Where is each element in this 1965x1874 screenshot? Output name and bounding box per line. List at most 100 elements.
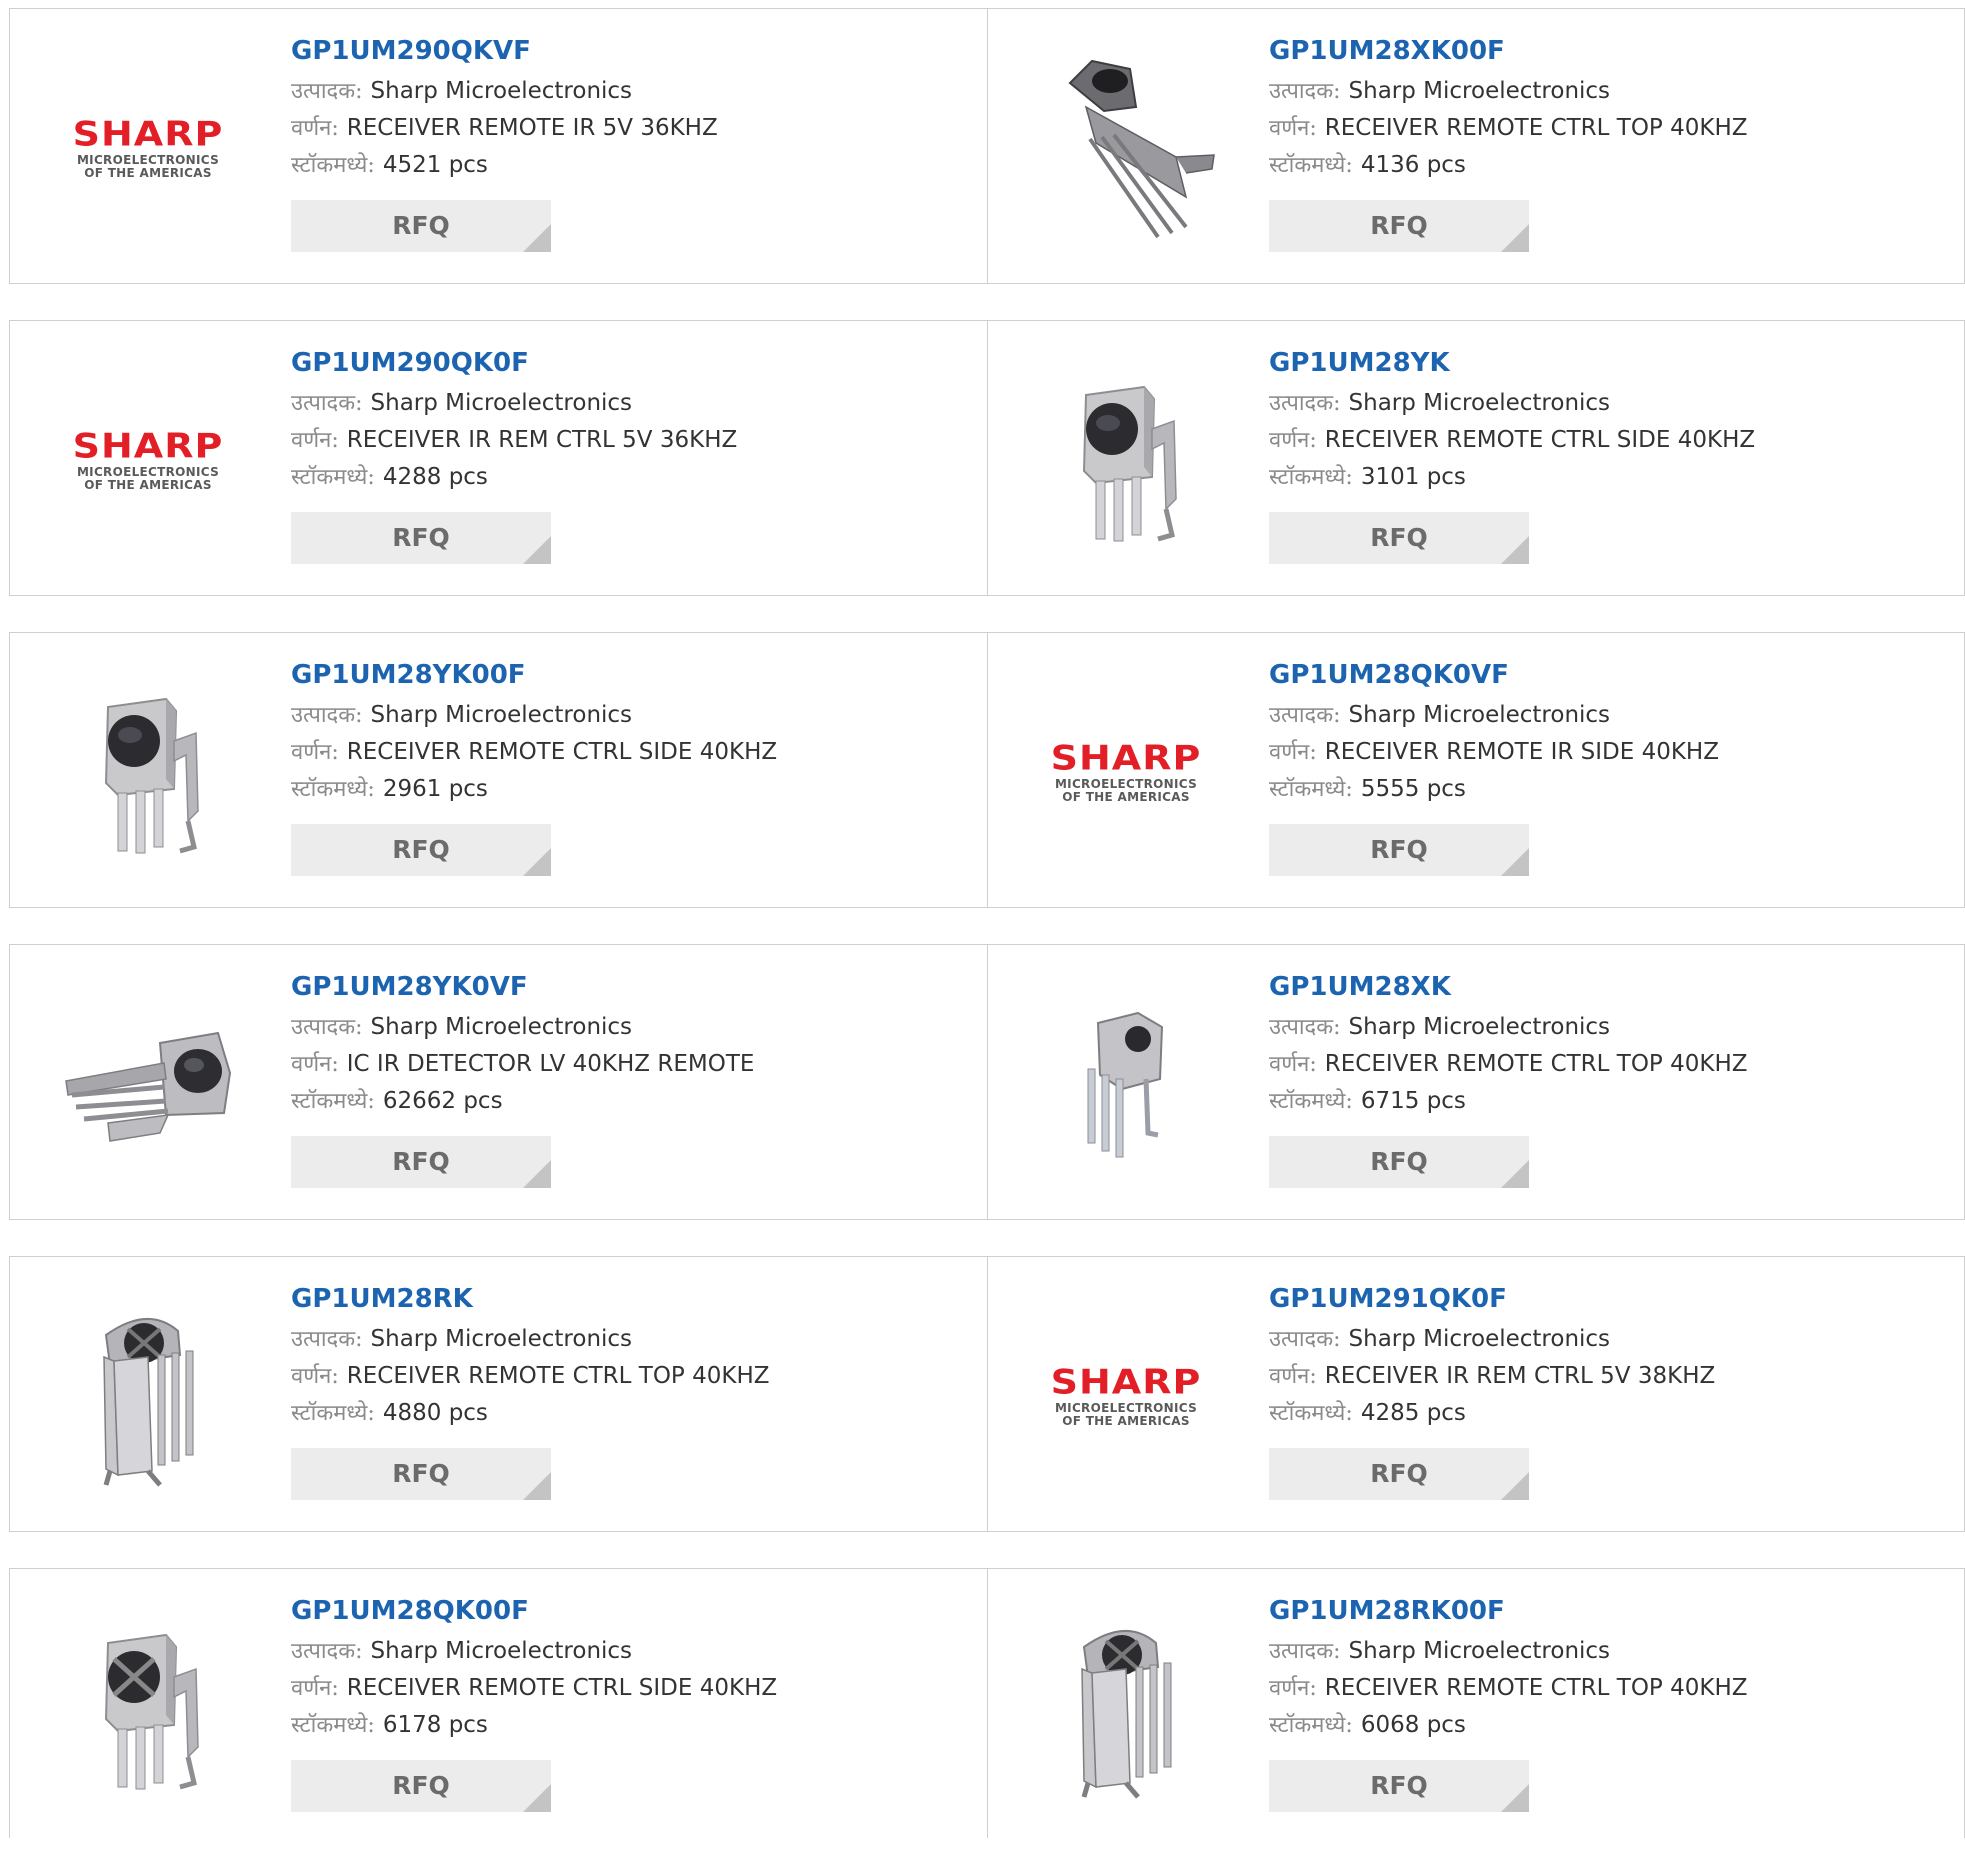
part-number-link[interactable]: GP1UM28YK0VF <box>291 969 977 1009</box>
rfq-button[interactable]: RFQ <box>1269 200 1529 252</box>
rfq-button[interactable]: RFQ <box>291 512 551 564</box>
part-number-link[interactable]: GP1UM291QK0F <box>1269 1281 1954 1321</box>
stock-value: 4288 pcs <box>382 464 488 490</box>
rfq-button[interactable]: RFQ <box>291 824 551 876</box>
product-image[interactable]: SHARP MICROELECTRONICS OF THE AMERICAS <box>48 359 248 559</box>
product-card: GP1UM28YK00F उत्पादक: Sharp Microelectron… <box>10 633 987 907</box>
product-image[interactable]: SHARP MICROELECTRONICS OF THE AMERICAS <box>1026 671 1226 871</box>
manufacturer-line: उत्पादक: Sharp Microelectronics <box>291 1009 977 1046</box>
product-image[interactable] <box>1026 47 1226 247</box>
rfq-button[interactable]: RFQ <box>1269 1448 1529 1500</box>
product-card: SHARP MICROELECTRONICS OF THE AMERICAS GP1… <box>987 1257 1964 1531</box>
rfq-button[interactable]: RFQ <box>291 1448 551 1500</box>
part-number-link[interactable]: GP1UM28YK <box>1269 345 1954 385</box>
product-row: SHARP MICROELECTRONICS OF THE AMERICAS GP1… <box>9 320 1965 596</box>
manufacturer-label: उत्पादक: <box>291 703 363 728</box>
manufacturer-value: Sharp Microelectronics <box>370 78 633 104</box>
rfq-button[interactable]: RFQ <box>291 200 551 252</box>
description-value: RECEIVER REMOTE CTRL TOP 40KHZ <box>1324 1051 1748 1077</box>
manufacturer-label: उत्पादक: <box>291 1015 363 1040</box>
description-label: वर्णन: <box>291 1052 339 1077</box>
product-image[interactable] <box>48 983 248 1183</box>
rfq-button[interactable]: RFQ <box>1269 1760 1529 1812</box>
stock-value: 3101 pcs <box>1360 464 1466 490</box>
part-number-link[interactable]: GP1UM28RK <box>291 1281 977 1321</box>
rfq-button[interactable]: RFQ <box>1269 512 1529 564</box>
part-number-link[interactable]: GP1UM28XK00F <box>1269 33 1954 73</box>
part-number-link[interactable]: GP1UM28YK00F <box>291 657 977 697</box>
description-value: RECEIVER REMOTE CTRL SIDE 40KHZ <box>346 1675 778 1701</box>
rfq-label: RFQ <box>392 1147 450 1176</box>
manufacturer-label: उत्पादक: <box>291 1639 363 1664</box>
sharp-logo: SHARP MICROELECTRONICS OF THE AMERICAS <box>72 114 224 180</box>
product-info: GP1UM291QK0F उत्पादक: Sharp Microelectron… <box>1269 1281 1954 1500</box>
stock-label: स्टॉकमध्ये: <box>291 1089 375 1114</box>
product-info: GP1UM28RK00F उत्पादक: Sharp Microelectron… <box>1269 1593 1954 1812</box>
part-number-link[interactable]: GP1UM28RK00F <box>1269 1593 1954 1633</box>
manufacturer-value: Sharp Microelectronics <box>1348 1014 1611 1040</box>
description-line: वर्णन: RECEIVER REMOTE CTRL TOP 40KHZ <box>291 1358 977 1395</box>
ir-receiver-icon <box>104 697 199 854</box>
product-card: GP1UM28YK उत्पादक: Sharp Microelectronics… <box>987 321 1964 595</box>
product-image[interactable] <box>1026 983 1226 1183</box>
description-value: RECEIVER REMOTE CTRL TOP 40KHZ <box>1324 1675 1748 1701</box>
product-image[interactable] <box>1026 359 1226 559</box>
rfq-label: RFQ <box>1370 1771 1428 1800</box>
part-number-link[interactable]: GP1UM28QK00F <box>291 1593 977 1633</box>
stock-label: स्टॉकमध्ये: <box>1269 1401 1353 1426</box>
product-image[interactable] <box>48 1607 248 1807</box>
part-number-link[interactable]: GP1UM290QKVF <box>291 33 977 73</box>
stock-label: स्टॉकमध्ये: <box>1269 1713 1353 1738</box>
manufacturer-value: Sharp Microelectronics <box>370 1638 633 1664</box>
product-info: GP1UM290QKVF उत्पादक: Sharp Microelectron… <box>291 33 977 252</box>
sharp-logo: SHARP MICROELECTRONICS OF THE AMERICAS <box>1050 738 1202 804</box>
stock-value: 4136 pcs <box>1360 152 1466 178</box>
rfq-button[interactable]: RFQ <box>1269 824 1529 876</box>
stock-line: स्टॉकमध्ये: 6715 pcs <box>1269 1083 1954 1120</box>
ir-detector-icon <box>65 1031 232 1142</box>
ir-receiver-icon <box>1087 1011 1164 1158</box>
part-number-link[interactable]: GP1UM290QK0F <box>291 345 977 385</box>
description-line: वर्णन: RECEIVER REMOTE CTRL TOP 40KHZ <box>1269 1670 1954 1707</box>
product-info: GP1UM28YK0VF उत्पादक: Sharp Microelectron… <box>291 969 977 1188</box>
rfq-corner-decoration <box>1501 1160 1529 1188</box>
description-line: वर्णन: RECEIVER IR REM CTRL 5V 38KHZ <box>1269 1358 1954 1395</box>
manufacturer-label: उत्पादक: <box>291 391 363 416</box>
product-image[interactable] <box>48 1295 248 1495</box>
manufacturer-value: Sharp Microelectronics <box>370 702 633 728</box>
rfq-button[interactable]: RFQ <box>1269 1136 1529 1188</box>
stock-value: 62662 pcs <box>382 1088 503 1114</box>
product-image[interactable]: SHARP MICROELECTRONICS OF THE AMERICAS <box>1026 1295 1226 1495</box>
description-value: RECEIVER REMOTE CTRL SIDE 40KHZ <box>1324 427 1756 453</box>
description-label: वर्णन: <box>291 1364 339 1389</box>
rfq-button[interactable]: RFQ <box>291 1760 551 1812</box>
stock-line: स्टॉकमध्ये: 4285 pcs <box>1269 1395 1954 1432</box>
rfq-button[interactable]: RFQ <box>291 1136 551 1188</box>
stock-value: 6715 pcs <box>1360 1088 1466 1114</box>
rfq-label: RFQ <box>1370 211 1428 240</box>
product-image[interactable] <box>48 671 248 871</box>
ir-receiver-icon <box>1081 1630 1172 1799</box>
rfq-label: RFQ <box>392 1459 450 1488</box>
description-line: वर्णन: RECEIVER REMOTE IR SIDE 40KHZ <box>1269 734 1954 771</box>
rfq-corner-decoration <box>523 536 551 564</box>
part-number-link[interactable]: GP1UM28QK0VF <box>1269 657 1954 697</box>
part-number-link[interactable]: GP1UM28XK <box>1269 969 1954 1009</box>
manufacturer-line: उत्पादक: Sharp Microelectronics <box>1269 1321 1954 1358</box>
description-label: वर्णन: <box>1269 116 1317 141</box>
manufacturer-label: उत्पादक: <box>1269 1327 1341 1352</box>
manufacturer-line: उत्पादक: Sharp Microelectronics <box>291 385 977 422</box>
description-label: वर्णन: <box>291 116 339 141</box>
product-image[interactable]: SHARP MICROELECTRONICS OF THE AMERICAS <box>48 47 248 247</box>
description-label: वर्णन: <box>291 740 339 765</box>
rfq-corner-decoration <box>1501 848 1529 876</box>
ir-receiver-icon <box>1082 385 1177 542</box>
product-info: GP1UM28YK उत्पादक: Sharp Microelectronics… <box>1269 345 1954 564</box>
stock-label: स्टॉकमध्ये: <box>291 153 375 178</box>
stock-label: स्टॉकमध्ये: <box>1269 465 1353 490</box>
product-image[interactable] <box>1026 1607 1226 1807</box>
stock-line: स्टॉकमध्ये: 4521 pcs <box>291 147 977 184</box>
manufacturer-value: Sharp Microelectronics <box>1348 390 1611 416</box>
rfq-label: RFQ <box>1370 1147 1428 1176</box>
manufacturer-label: उत्पादक: <box>1269 1639 1341 1664</box>
